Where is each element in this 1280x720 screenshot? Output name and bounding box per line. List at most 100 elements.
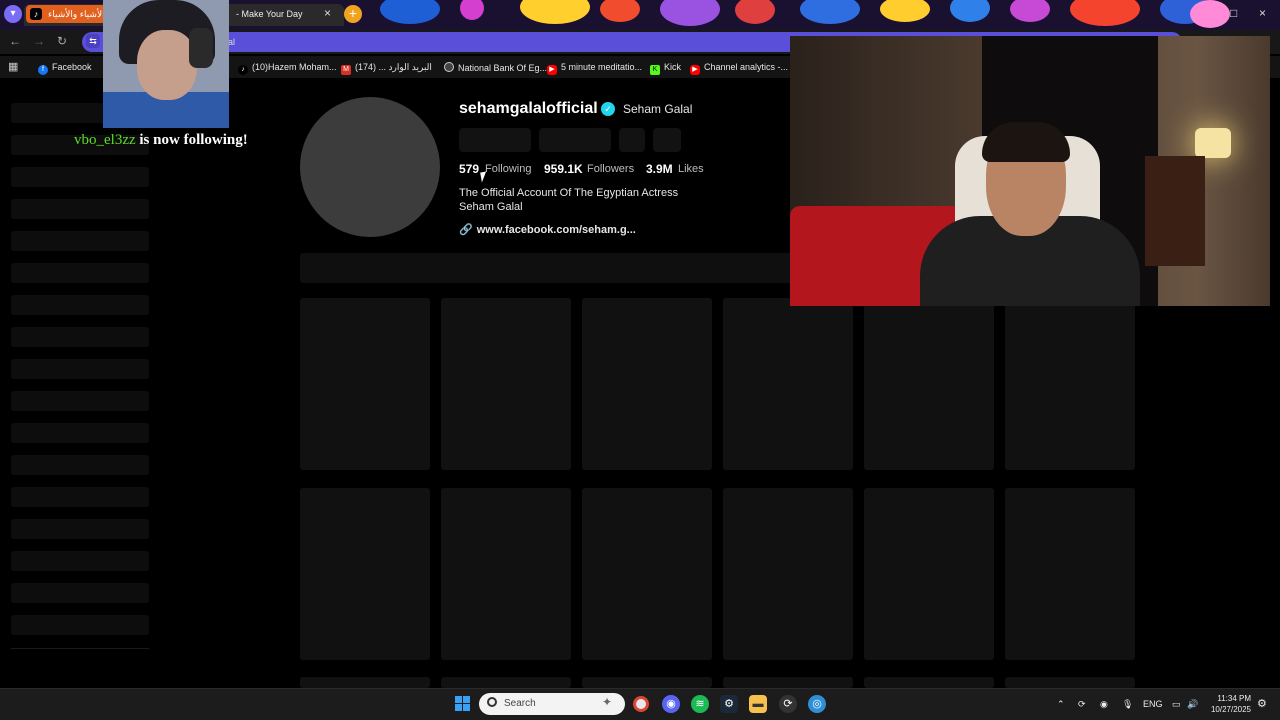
edge-icon[interactable]: ◎: [808, 695, 826, 713]
follow-alert-username: vbo_el3zz: [74, 132, 136, 148]
language-indicator[interactable]: ENG: [1143, 699, 1163, 709]
reload-button[interactable]: ↻: [57, 34, 67, 48]
sidebar-skeleton-item: [11, 263, 149, 283]
taskbar-search-placeholder[interactable]: Search: [504, 698, 536, 709]
file-explorer-icon[interactable]: ▬: [749, 695, 767, 713]
video-card-placeholder[interactable]: [864, 488, 994, 660]
bookmark-channel-analytics[interactable]: ▶ Channel analytics -...: [690, 62, 788, 75]
back-button[interactable]: ←: [9, 34, 21, 48]
tab-title[interactable]: - Make Your Day: [236, 9, 303, 19]
share-button-placeholder[interactable]: [619, 128, 645, 152]
tab-search-button[interactable]: ▾: [4, 5, 22, 23]
discord-tray-icon[interactable]: ◉: [1100, 699, 1108, 710]
video-card-placeholder[interactable]: [1005, 298, 1135, 470]
background-decoration: [380, 0, 440, 24]
bookmark-gmail[interactable]: M (174) ... البريد الوارد: [341, 62, 432, 75]
background-decoration: [880, 0, 930, 22]
youtube-icon: ▶: [547, 65, 557, 75]
tab-close-button[interactable]: ×: [324, 6, 331, 20]
search-highlight-icon: ✦: [601, 695, 613, 709]
sidebar-skeleton-item: [11, 327, 149, 347]
video-card-placeholder[interactable]: [441, 298, 571, 470]
link-icon: 🔗: [459, 224, 473, 236]
sidebar-skeleton-item: [11, 583, 149, 603]
profile-avatar[interactable]: [300, 97, 440, 237]
video-card-placeholder[interactable]: [723, 677, 853, 688]
search-icon: [487, 697, 497, 707]
chrome-icon[interactable]: [633, 696, 649, 712]
maximize-button[interactable]: □: [1230, 6, 1237, 20]
following-count[interactable]: 579: [459, 162, 479, 176]
following-label[interactable]: Following: [485, 163, 531, 175]
background-decoration: [950, 0, 990, 22]
message-button-placeholder[interactable]: [539, 128, 611, 152]
follow-button-placeholder[interactable]: [459, 128, 531, 152]
bookmark-national-bank[interactable]: National Bank Of Eg...: [444, 62, 547, 73]
microphone-icon[interactable]: 🎙: [1122, 699, 1133, 710]
video-card-placeholder[interactable]: [582, 298, 712, 470]
new-tab-button[interactable]: +: [344, 5, 362, 23]
profile-username: sehamgalalofficial: [459, 100, 598, 117]
video-card-placeholder[interactable]: [300, 488, 430, 660]
settings-icon[interactable]: ⟳: [779, 695, 797, 713]
windows-start-icon[interactable]: [455, 696, 471, 712]
apps-grid-icon[interactable]: ▦: [8, 60, 18, 73]
video-card-placeholder[interactable]: [1005, 488, 1135, 660]
background-decoration: [1190, 0, 1230, 28]
background-decoration: [1010, 0, 1050, 22]
clock-time: 11:34 PM: [1217, 694, 1251, 703]
close-window-button[interactable]: ×: [1259, 6, 1266, 20]
video-card-placeholder[interactable]: [723, 298, 853, 470]
headphones-icon: [189, 28, 213, 68]
site-info-icon[interactable]: ⇆: [86, 34, 100, 48]
tiktok-icon: ♪: [30, 8, 42, 20]
bookmark-facebook[interactable]: f Facebook: [38, 62, 92, 75]
forward-button[interactable]: →: [33, 34, 45, 48]
video-card-placeholder[interactable]: [441, 677, 571, 688]
youtube-icon: ▶: [690, 65, 700, 75]
verified-badge-icon: ✓: [601, 102, 615, 116]
background-decoration: [600, 0, 640, 22]
video-card-placeholder[interactable]: [300, 298, 430, 470]
video-card-placeholder[interactable]: [582, 488, 712, 660]
steam-icon[interactable]: ⚙: [720, 695, 738, 713]
facebook-icon: f: [38, 65, 48, 75]
discord-icon[interactable]: ◉: [662, 695, 680, 713]
volume-icon[interactable]: 🔊: [1187, 699, 1198, 710]
taskbar-clock[interactable]: 11:34 PM 10/27/2025: [1207, 693, 1251, 715]
background-decoration: [735, 0, 775, 24]
video-card-placeholder[interactable]: [582, 677, 712, 688]
tray-overflow-icon[interactable]: ⌃: [1057, 699, 1065, 710]
more-button-placeholder[interactable]: [653, 128, 681, 152]
address-text[interactable]: al: [228, 37, 235, 47]
video-card-placeholder[interactable]: [864, 298, 994, 470]
video-card-placeholder[interactable]: [1005, 677, 1135, 688]
likes-count: 3.9M: [646, 162, 673, 176]
gmail-icon: M: [341, 65, 351, 75]
video-card-placeholder[interactable]: [300, 677, 430, 688]
sidebar-skeleton-item: [11, 551, 149, 571]
sidebar-skeleton-item: [11, 391, 149, 411]
video-card-placeholder[interactable]: [864, 677, 994, 688]
bookmark-kick[interactable]: K Kick: [650, 62, 681, 75]
sidebar-skeleton-item: [11, 455, 149, 475]
sidebar-skeleton-item: [11, 231, 149, 251]
sidebar-skeleton-item: [11, 295, 149, 315]
network-icon[interactable]: ▭: [1172, 699, 1181, 710]
profile-bio-line: The Official Account Of The Egyptian Act…: [459, 187, 679, 199]
profile-link[interactable]: 🔗 www.facebook.com/seham.g...: [459, 223, 636, 236]
notification-icon[interactable]: ⚙: [1257, 697, 1267, 710]
bookmark-meditation[interactable]: ▶ 5 minute meditatio...: [547, 62, 642, 75]
followers-count[interactable]: 959.1K: [544, 162, 583, 176]
video-card-placeholder[interactable]: [441, 488, 571, 660]
video-card-placeholder[interactable]: [723, 488, 853, 660]
globe-icon: [444, 62, 454, 72]
followers-label[interactable]: Followers: [587, 163, 634, 175]
spotify-icon[interactable]: ≋: [691, 695, 709, 713]
screen: ▾ الأشياء والأشياء | ♪ - Make Your Day ×…: [0, 0, 1280, 720]
webcam-figure: [137, 30, 197, 100]
follow-alert-message: is now following!: [139, 132, 248, 148]
background-decoration: [520, 0, 590, 24]
bookmark-tiktok[interactable]: ♪ (10)Hazem Moham...: [238, 62, 337, 75]
sync-icon[interactable]: ⟳: [1078, 699, 1086, 710]
